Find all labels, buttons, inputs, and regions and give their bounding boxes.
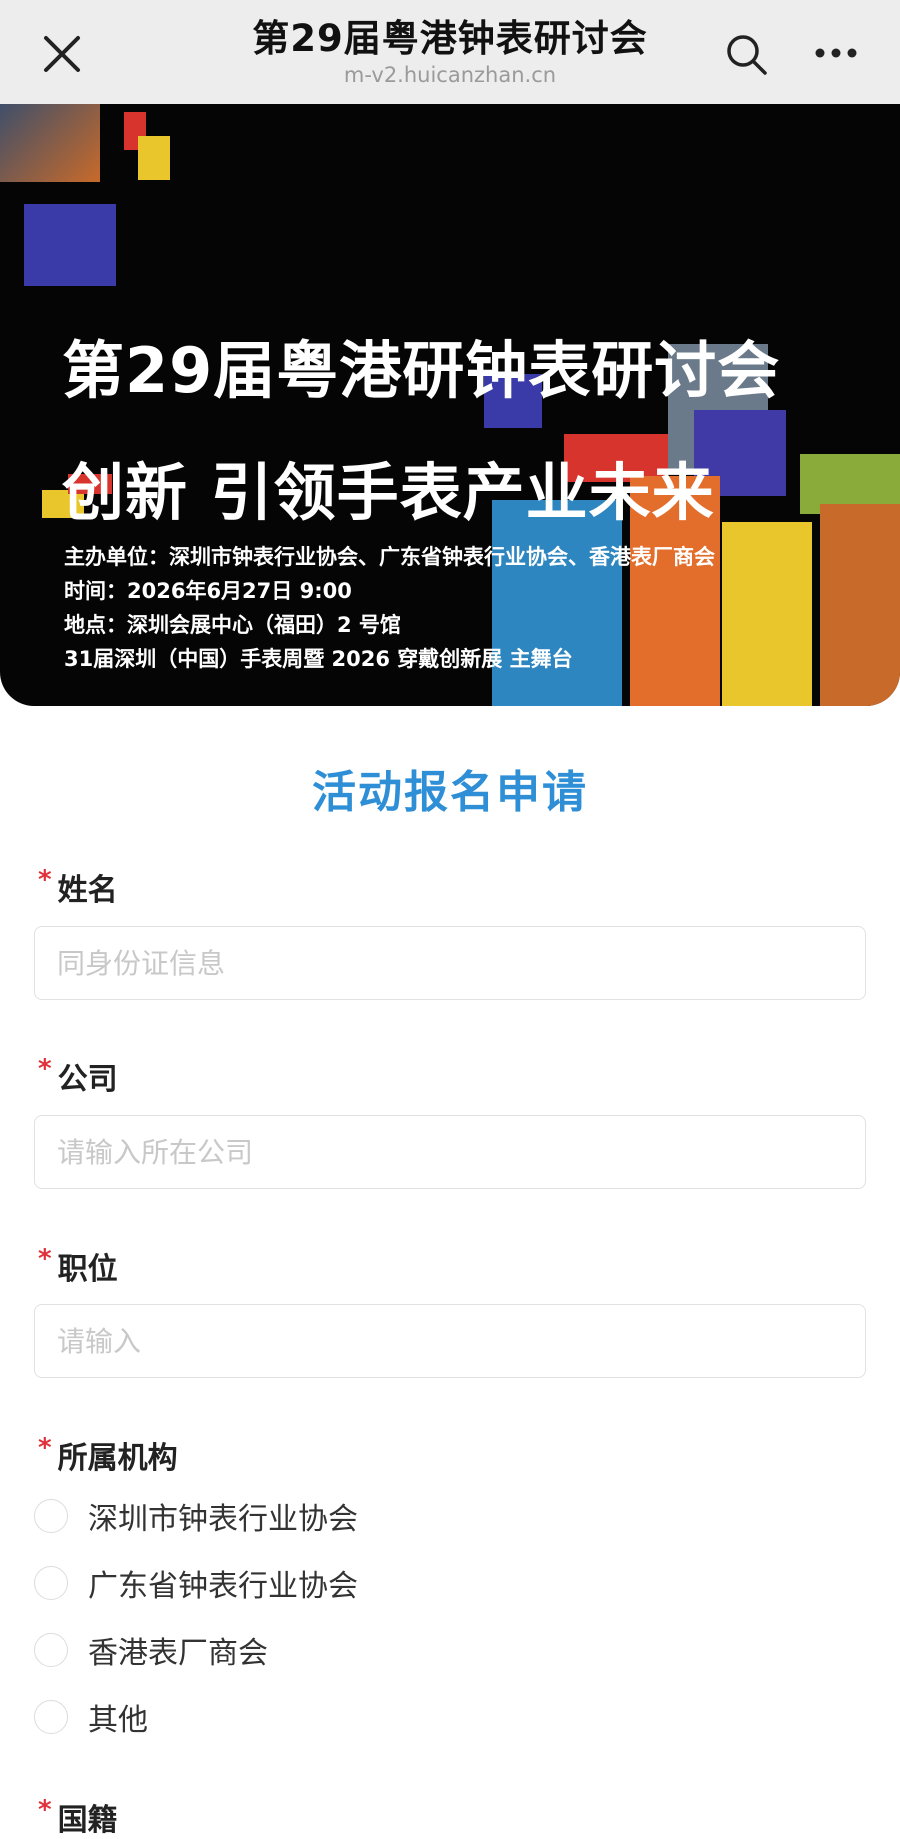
decor-square	[0, 104, 100, 182]
company-input[interactable]	[34, 1115, 866, 1189]
organization-option-2[interactable]: 广东省钟表行业协会	[34, 1557, 358, 1609]
close-icon[interactable]	[38, 30, 86, 78]
organization-option-1[interactable]: 深圳市钟表行业协会	[34, 1490, 358, 1542]
top-navigation-bar: 第29届粤港钟表研讨会 m-v2.huicanzhan.cn	[0, 0, 900, 104]
more-icon[interactable]	[812, 38, 860, 68]
radio-button[interactable]	[34, 1499, 68, 1533]
organization-option-3[interactable]: 香港表厂商会	[34, 1624, 268, 1676]
decor-square	[24, 204, 116, 286]
banner-location: 地点：深圳会展中心（福田）2 号馆	[64, 613, 401, 637]
position-label-text: 职位	[57, 1252, 118, 1287]
name-label: * 姓名	[38, 865, 118, 909]
search-icon[interactable]	[724, 32, 770, 78]
name-label-text: 姓名	[57, 873, 118, 908]
page-title: 第29届粤港钟表研讨会	[252, 17, 648, 60]
banner-title: 第29届粤港研钟表研讨会	[62, 334, 781, 407]
name-input[interactable]	[34, 926, 866, 1000]
banner-subtitle: 创新 引领手表产业未来	[62, 456, 715, 529]
organization-label: * 所属机构	[38, 1433, 178, 1477]
position-label: * 职位	[38, 1244, 118, 1288]
required-mark: *	[38, 865, 52, 895]
option-label: 广东省钟表行业协会	[88, 1569, 358, 1604]
organization-option-4[interactable]: 其他	[34, 1691, 148, 1743]
form-title: 活动报名申请	[312, 767, 588, 818]
nationality-label-text: 国籍	[57, 1803, 118, 1838]
company-label-text: 公司	[57, 1062, 118, 1097]
radio-button[interactable]	[34, 1566, 68, 1600]
required-mark: *	[38, 1054, 52, 1084]
nationality-label: * 国籍	[38, 1795, 118, 1839]
decor-square	[138, 136, 170, 180]
position-input[interactable]	[34, 1304, 866, 1378]
banner-event: 31届深圳（中国）手表周暨 2026 穿戴创新展 主舞台	[64, 647, 573, 671]
required-mark: *	[38, 1433, 52, 1463]
banner-time: 时间：2026年6月27日 9:00	[64, 579, 352, 603]
company-label: * 公司	[38, 1054, 118, 1098]
option-label: 深圳市钟表行业协会	[88, 1502, 358, 1537]
radio-button[interactable]	[34, 1633, 68, 1667]
required-mark: *	[38, 1795, 52, 1825]
required-mark: *	[38, 1244, 52, 1274]
organization-label-text: 所属机构	[57, 1441, 178, 1476]
option-label: 其他	[88, 1703, 148, 1738]
banner-organizer: 主办单位：深圳市钟表行业协会、广东省钟表行业协会、香港表厂商会	[64, 545, 715, 569]
option-label: 香港表厂商会	[88, 1636, 268, 1671]
page-url: m-v2.huicanzhan.cn	[343, 63, 557, 87]
banner-info: 主办单位：深圳市钟表行业协会、广东省钟表行业协会、香港表厂商会 时间：2026年…	[64, 540, 884, 676]
page-title-block: 第29届粤港钟表研讨会 m-v2.huicanzhan.cn	[150, 16, 750, 88]
event-banner: 第29届粤港研钟表研讨会 创新 引领手表产业未来 主办单位：深圳市钟表行业协会、…	[0, 104, 900, 706]
radio-button[interactable]	[34, 1700, 68, 1734]
